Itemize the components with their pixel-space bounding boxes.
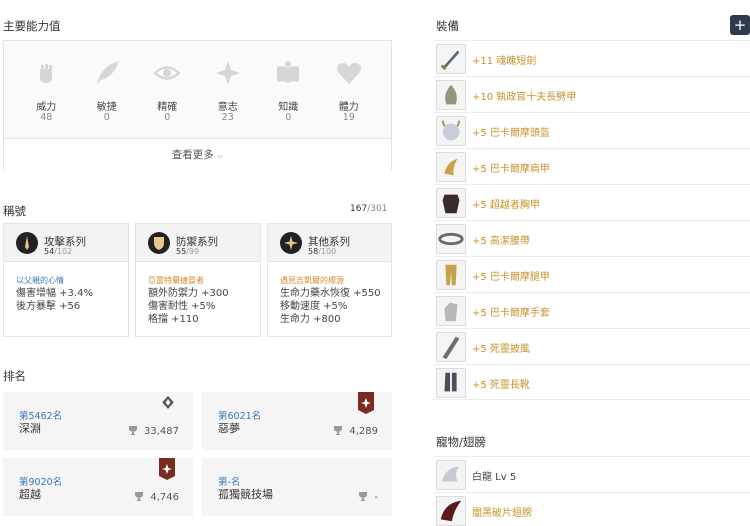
glove-icon — [436, 296, 466, 326]
defense-title-icon — [148, 232, 170, 254]
chevron-down-icon: ⌵ — [217, 151, 224, 160]
title-card-attack[interactable]: 攻擊系列 54/102 以父親的心情 傷害增幅 +3.4% 後方暴擊 +56 — [3, 223, 129, 337]
equipment-item[interactable]: +5 巴卡爾摩手套 — [433, 292, 750, 328]
ranking-card-transcend[interactable]: 第9020名 超越 4,746 — [3, 458, 193, 516]
equipment-item[interactable]: +5 死靈長靴 — [433, 364, 750, 400]
stat-agility: 敏捷 0 — [77, 41, 138, 137]
diamond-emblem-icon — [162, 395, 174, 409]
stat-power: 威力 48 — [16, 41, 77, 137]
equipment-item[interactable]: +11 魂魄短劍 — [433, 40, 750, 76]
equipment-heading: 裝備 — [436, 19, 459, 33]
book-icon — [277, 61, 300, 83]
dragon-icon — [436, 460, 466, 490]
feather-icon — [96, 61, 119, 84]
belt-icon — [436, 224, 466, 254]
title-subtitle: 亞雷特蘭捷冒者 — [148, 276, 204, 285]
dagger-icon — [436, 44, 466, 74]
banner-emblem-icon — [358, 392, 374, 414]
equipment-item[interactable]: +10 執政官十夫長劈甲 — [433, 76, 750, 112]
stats-card: 威力 48 敏捷 0 精確 0 意志 23 知識 0 體力 19 查看更多 ⌵ — [3, 40, 392, 170]
heart-icon — [336, 63, 361, 84]
titles-heading: 稱號 — [3, 204, 26, 218]
leg-armor-icon — [436, 260, 466, 290]
stat-vitality: 體力 19 — [319, 41, 380, 137]
title-card-other[interactable]: 其他系列 58/100 遇見吉凱爾的標源 生命力藥水恢復 +550 移動速度 +… — [267, 223, 392, 337]
equipment-item[interactable]: +5 巴卡爾摩腿甲 — [433, 256, 750, 292]
titles-count: 167/301 — [350, 204, 388, 214]
chest-icon — [436, 188, 466, 218]
pet-item[interactable]: 白龍 Lv 5 — [433, 456, 750, 492]
boots-icon — [436, 368, 466, 398]
trophy-icon — [334, 426, 343, 435]
fist-icon — [40, 64, 53, 83]
title-subtitle: 以父親的心情 — [16, 276, 64, 285]
title-subtitle: 遇見吉凱爾的標源 — [280, 276, 344, 285]
stat-will: 意志 23 — [198, 41, 259, 137]
shoulder-icon — [436, 152, 466, 182]
ranking-heading: 排名 — [3, 369, 26, 383]
trophy-icon — [359, 492, 368, 501]
title-card-defense[interactable]: 防禦系列 55/99 亞雷特蘭捷冒者 額外防禦力 +300 傷害耐性 +5% 格… — [135, 223, 261, 337]
stat-knowledge: 知識 0 — [258, 41, 319, 137]
helmet-icon — [436, 116, 466, 146]
trophy-icon — [129, 426, 137, 435]
pets-heading: 寵物/翅膀 — [436, 435, 486, 449]
banner-emblem-icon — [159, 458, 175, 480]
ranking-card-abyss[interactable]: 第5462名 深淵 33,487 — [3, 392, 193, 450]
cloak-icon — [436, 332, 466, 362]
ranking-card-nightmare[interactable]: 第6021名 惡夢 4,289 — [202, 392, 392, 450]
equipment-item[interactable]: +5 高潔腰帶 — [433, 220, 750, 256]
attack-title-icon — [16, 232, 38, 254]
burst-icon — [215, 61, 240, 85]
other-title-icon — [280, 232, 302, 254]
show-more-label: 查看更多 — [171, 149, 214, 161]
equipment-item[interactable]: +5 巴卡爾摩頭盔 — [433, 112, 750, 148]
equipment-item[interactable]: +5 巴卡爾摩肩甲 — [433, 148, 750, 184]
stats-heading: 主要能力值 — [3, 19, 61, 33]
armor-icon — [436, 80, 466, 110]
add-button[interactable]: + — [730, 15, 750, 35]
show-more-button[interactable]: 查看更多 ⌵ — [4, 138, 391, 170]
ranking-card-arena[interactable]: 第-名 孤獨競技場 - — [202, 458, 392, 516]
wing-icon — [436, 496, 466, 526]
wing-item[interactable]: 闇黑破片翅膀 — [433, 492, 750, 526]
eye-icon — [153, 66, 182, 80]
trophy-icon — [135, 492, 144, 501]
equipment-item[interactable]: +5 超越者胸甲 — [433, 184, 750, 220]
stat-precision: 精確 0 — [137, 41, 198, 137]
equipment-item[interactable]: +5 死靈披風 — [433, 328, 750, 364]
